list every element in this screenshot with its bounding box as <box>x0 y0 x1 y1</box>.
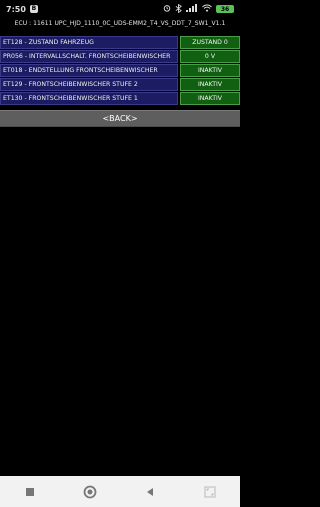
parameter-row: ET130 - FRONTSCHEIBENWISCHER STUFE 1 INA… <box>0 92 240 105</box>
status-bar: 7:50 B 36 <box>0 0 240 18</box>
screenshot-button[interactable] <box>201 483 219 501</box>
bluetooth-icon <box>175 3 182 15</box>
back-button[interactable]: <BACK> <box>0 110 240 127</box>
clock: 7:50 <box>6 4 26 14</box>
parameter-row: ET129 - FRONTSCHEIBENWISCHER STUFE 2 INA… <box>0 78 240 91</box>
wifi-icon <box>202 4 212 14</box>
alarm-icon <box>163 4 171 14</box>
back-triangle-icon <box>147 487 153 496</box>
home-button[interactable] <box>81 483 99 501</box>
home-circle-icon <box>83 485 97 498</box>
back-nav-button[interactable] <box>141 483 159 501</box>
parameter-row: ET128 - ZUSTAND FAHRZEUG ZUSTAND 0 <box>0 36 240 49</box>
parameter-value: INAKTIV <box>180 78 240 91</box>
status-left: 7:50 B <box>6 5 38 14</box>
parameter-list: ET128 - ZUSTAND FAHRZEUG ZUSTAND 0 PR056… <box>0 36 240 106</box>
parameter-label: ET130 - FRONTSCHEIBENWISCHER STUFE 1 <box>0 92 178 105</box>
parameter-value: ZUSTAND 0 <box>180 36 240 49</box>
parameter-label: ET018 - ENDSTELLUNG FRONTSCHEIBENWISCHER <box>0 64 178 77</box>
parameter-label: ET129 - FRONTSCHEIBENWISCHER STUFE 2 <box>0 78 178 91</box>
status-right: 36 <box>163 3 234 15</box>
notification-b-icon: B <box>29 5 38 13</box>
parameter-value: INAKTIV <box>180 92 240 105</box>
parameter-value: 0 V <box>180 50 240 63</box>
battery-icon: 36 <box>216 5 234 13</box>
parameter-row: PR056 - INTERVALLSCHALT. FRONTSCHEIBENWI… <box>0 50 240 63</box>
signal-icon <box>186 4 198 14</box>
parameter-label: PR056 - INTERVALLSCHALT. FRONTSCHEIBENWI… <box>0 50 178 63</box>
parameter-row: ET018 - ENDSTELLUNG FRONTSCHEIBENWISCHER… <box>0 64 240 77</box>
recents-button[interactable] <box>21 483 39 501</box>
ecu-title: ECU : 11611 UPC_HJD_1110_0C_UDS-EMM2_T4_… <box>14 20 226 27</box>
system-navigation-bar <box>0 476 240 507</box>
screenshot-icon <box>204 486 216 497</box>
recents-square-icon <box>26 487 34 496</box>
parameter-value: INAKTIV <box>180 64 240 77</box>
parameter-label: ET128 - ZUSTAND FAHRZEUG <box>0 36 178 49</box>
